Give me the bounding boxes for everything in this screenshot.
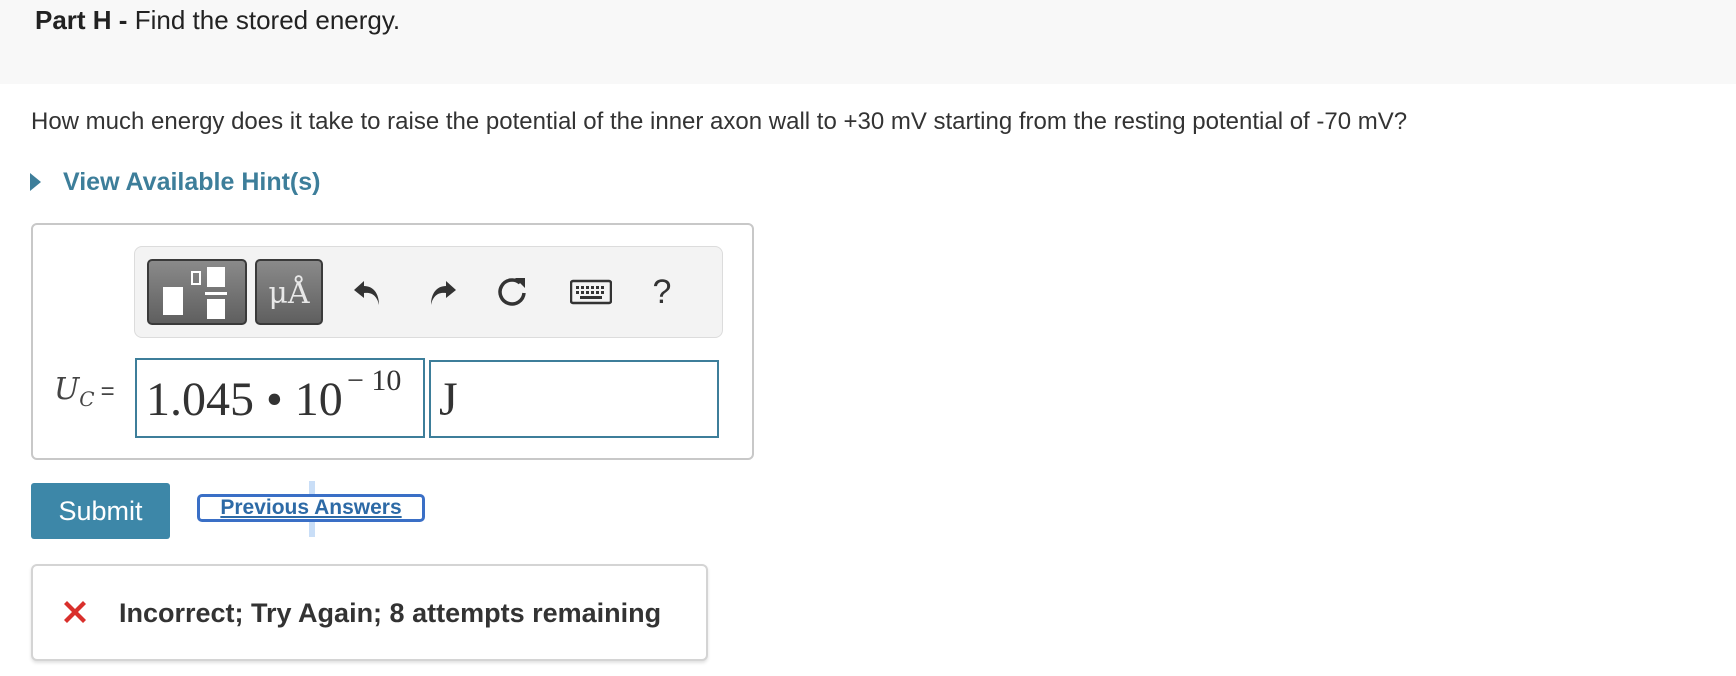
templates-button[interactable] — [147, 259, 247, 325]
variable-symbol: U — [54, 372, 80, 407]
submit-button[interactable]: Submit — [31, 483, 170, 539]
undo-button[interactable] — [345, 269, 391, 315]
value-mantissa: 1.045 • 10 — [146, 373, 343, 426]
keyboard-icon — [570, 279, 612, 305]
unit-value: J — [439, 373, 458, 426]
equals-sign: = — [100, 378, 115, 405]
part-label: Part H - — [35, 5, 128, 35]
unit-input[interactable]: J — [429, 360, 719, 438]
question-text: How much energy does it take to raise th… — [31, 108, 1408, 135]
help-button[interactable]: ? — [639, 269, 685, 315]
view-hints-label: View Available Hint(s) — [63, 167, 321, 196]
units-button[interactable]: μÅ — [255, 259, 323, 325]
view-hints-toggle[interactable]: View Available Hint(s) — [30, 165, 320, 199]
redo-button[interactable] — [419, 269, 465, 315]
keyboard-button[interactable] — [565, 269, 617, 315]
equation-label: UC = — [54, 372, 115, 411]
reset-button[interactable] — [489, 269, 535, 315]
part-header: Part H - Find the stored energy. — [0, 0, 1736, 84]
math-toolbar: μÅ ? — [134, 246, 723, 338]
caret-right-icon — [30, 173, 41, 191]
feedback-panel: Incorrect; Try Again; 8 attempts remaini… — [31, 564, 708, 661]
feedback-message: Incorrect; Try Again; 8 attempts remaini… — [119, 598, 662, 628]
variable-subscript: C — [79, 387, 95, 411]
error-x-icon — [64, 601, 86, 623]
value-exponent: − 10 — [347, 364, 402, 397]
redo-icon — [431, 281, 456, 305]
previous-answers-link[interactable]: Previous Answers — [197, 494, 425, 522]
reset-icon — [498, 278, 526, 306]
value-input[interactable]: 1.045 • 10 − 10 — [135, 358, 425, 438]
undo-icon — [354, 281, 379, 305]
part-title: Part H - Find the stored energy. — [35, 4, 400, 36]
part-title-text: Find the stored energy. — [134, 5, 401, 35]
